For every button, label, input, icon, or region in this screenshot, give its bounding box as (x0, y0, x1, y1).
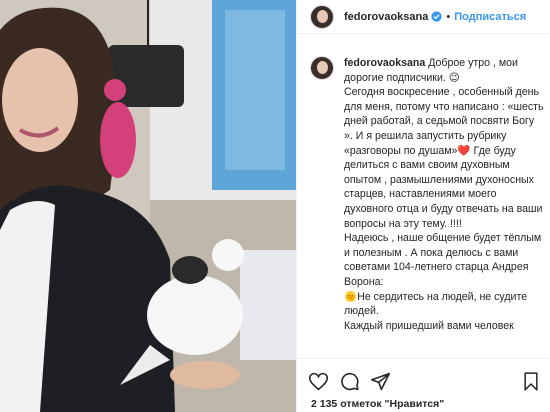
avatar[interactable] (310, 4, 334, 29)
photo-illustration (0, 0, 296, 412)
follow-button[interactable]: Подписаться (454, 11, 526, 23)
header-username[interactable]: fedorovaoksana (344, 11, 428, 23)
likes-count[interactable]: 2 135 отметок "Нравится" (311, 398, 444, 410)
action-bar (297, 358, 550, 402)
comment-icon[interactable] (339, 371, 360, 392)
bookmark-icon[interactable] (521, 371, 541, 392)
verified-badge-icon (431, 11, 443, 22)
caption-body: Доброе утро , мои дорогие подписчики. 😉 … (344, 57, 544, 332)
post-header: fedorovaoksana • Подписаться (297, 0, 550, 34)
caption: fedorovaoksana Доброе утро , мои дорогие… (310, 56, 544, 356)
separator-dot: • (446, 10, 451, 23)
caption-username[interactable]: fedorovaoksana (344, 57, 425, 69)
share-icon[interactable] (370, 371, 391, 392)
post-side-panel: fedorovaoksana • Подписаться fedorovaoks… (296, 0, 550, 412)
caption-text: fedorovaoksana Доброе утро , мои дорогие… (344, 56, 544, 356)
caption-fade (310, 340, 544, 356)
heart-icon[interactable] (308, 371, 329, 392)
post-photo[interactable] (0, 0, 296, 412)
caption-avatar[interactable] (310, 56, 334, 80)
